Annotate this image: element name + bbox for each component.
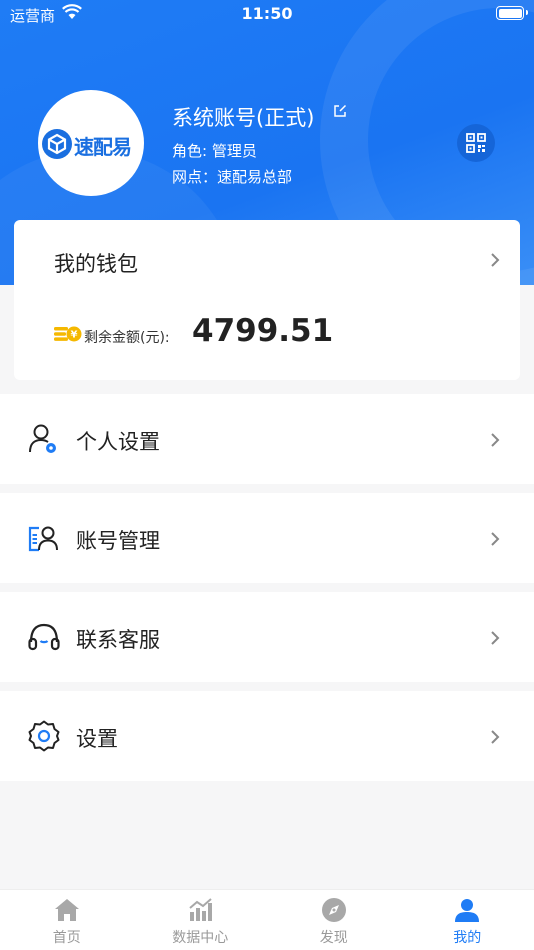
tab-label: 我的: [453, 930, 482, 946]
tab-label: 首页: [52, 930, 81, 946]
menu-item-account-management[interactable]: 账号管理: [0, 493, 534, 583]
clock: 11:50: [241, 4, 293, 23]
gear-icon: [28, 720, 60, 752]
tab-home[interactable]: 首页: [0, 890, 134, 950]
balance-label: 剩余金额(元):: [84, 330, 170, 346]
menu-item-settings[interactable]: 设置: [0, 691, 534, 781]
chevron-right-icon: [491, 532, 500, 546]
wallet-card[interactable]: 我的钱包 ¥ 剩余金额(元): 4799.51: [14, 220, 520, 380]
chevron-right-icon: [491, 433, 500, 447]
chevron-right-icon: [491, 631, 500, 645]
menu-label: 设置: [76, 727, 118, 751]
coin-icon: ¥: [54, 326, 82, 342]
menu-item-contact-support[interactable]: 联系客服: [0, 592, 534, 682]
outlet-label: 网点：速配易总部: [172, 168, 293, 186]
tab-mine[interactable]: 我的: [401, 890, 534, 950]
chart-icon: [189, 898, 213, 921]
qr-code-button[interactable]: [457, 124, 495, 162]
wallet-title: 我的钱包: [54, 252, 138, 276]
person-icon: [455, 899, 480, 922]
compass-icon: [321, 898, 346, 922]
cube-logo-icon: [42, 129, 72, 159]
tab-label: 数据中心: [172, 930, 229, 946]
svg-text:¥: ¥: [71, 330, 78, 341]
role-label: 角色: 管理员: [172, 142, 257, 160]
home-icon: [54, 899, 79, 921]
tab-data-center[interactable]: 数据中心: [134, 890, 268, 950]
tab-bar: 首页 数据中心 发现 我的: [0, 889, 534, 950]
logo-text: 速配易: [74, 135, 132, 159]
chevron-right-icon: [491, 730, 500, 744]
menu-label: 联系客服: [76, 628, 160, 652]
user-settings-icon: [29, 424, 56, 453]
menu-label: 账号管理: [76, 529, 160, 553]
tab-discover[interactable]: 发现: [267, 890, 401, 950]
menu-label: 个人设置: [76, 430, 160, 454]
avatar[interactable]: 速配易: [38, 90, 144, 196]
edit-icon[interactable]: [333, 104, 347, 118]
account-manage-icon: [28, 526, 58, 552]
headset-icon: [28, 623, 60, 651]
menu-item-personal-settings[interactable]: 个人设置: [0, 394, 534, 484]
battery-icon: [496, 6, 528, 20]
balance-value: 4799.51: [192, 313, 334, 349]
qr-code-icon: [466, 133, 486, 153]
status-bar: 运营商 11:50: [0, 0, 534, 28]
chevron-right-icon: [491, 253, 500, 267]
tab-label: 发现: [319, 930, 348, 946]
account-name[interactable]: 系统账号(正式): [172, 102, 314, 132]
